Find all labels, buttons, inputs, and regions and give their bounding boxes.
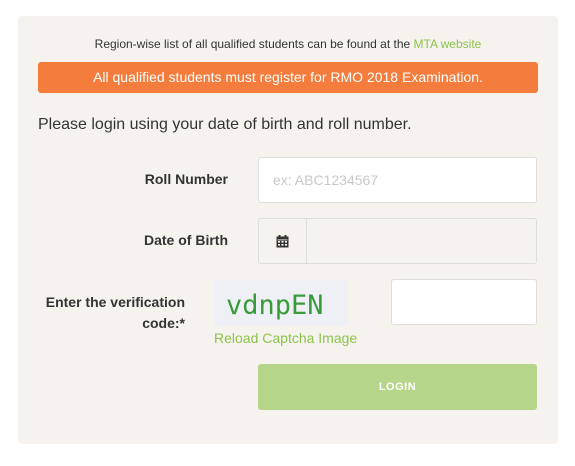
login-instructions: Please login using your date of birth an… <box>38 116 412 133</box>
date-of-birth-input[interactable] <box>307 219 536 263</box>
login-button[interactable]: LOGIN <box>258 364 537 410</box>
date-of-birth-label: Date of Birth <box>144 232 228 248</box>
roll-number-input[interactable] <box>258 157 537 203</box>
captcha-text: vdnpEN <box>226 290 324 321</box>
registration-alert: All qualified students must register for… <box>38 62 538 93</box>
date-of-birth-group <box>258 218 537 264</box>
roll-number-label: Roll Number <box>144 171 228 187</box>
calendar-icon-glyph <box>276 234 289 247</box>
mta-website-link[interactable]: MTA website <box>414 37 482 51</box>
verification-code-label: Enter the verification code:* <box>45 294 185 331</box>
captcha-input[interactable] <box>391 279 537 325</box>
reload-captcha-link[interactable]: Reload Captcha Image <box>214 330 357 346</box>
notice-text: Region-wise list of all qualified studen… <box>18 37 558 51</box>
captcha-image: vdnpEN <box>214 280 348 326</box>
login-panel: Region-wise list of all qualified studen… <box>18 16 558 444</box>
notice-message: Region-wise list of all qualified studen… <box>94 37 414 51</box>
calendar-icon[interactable] <box>259 219 307 263</box>
